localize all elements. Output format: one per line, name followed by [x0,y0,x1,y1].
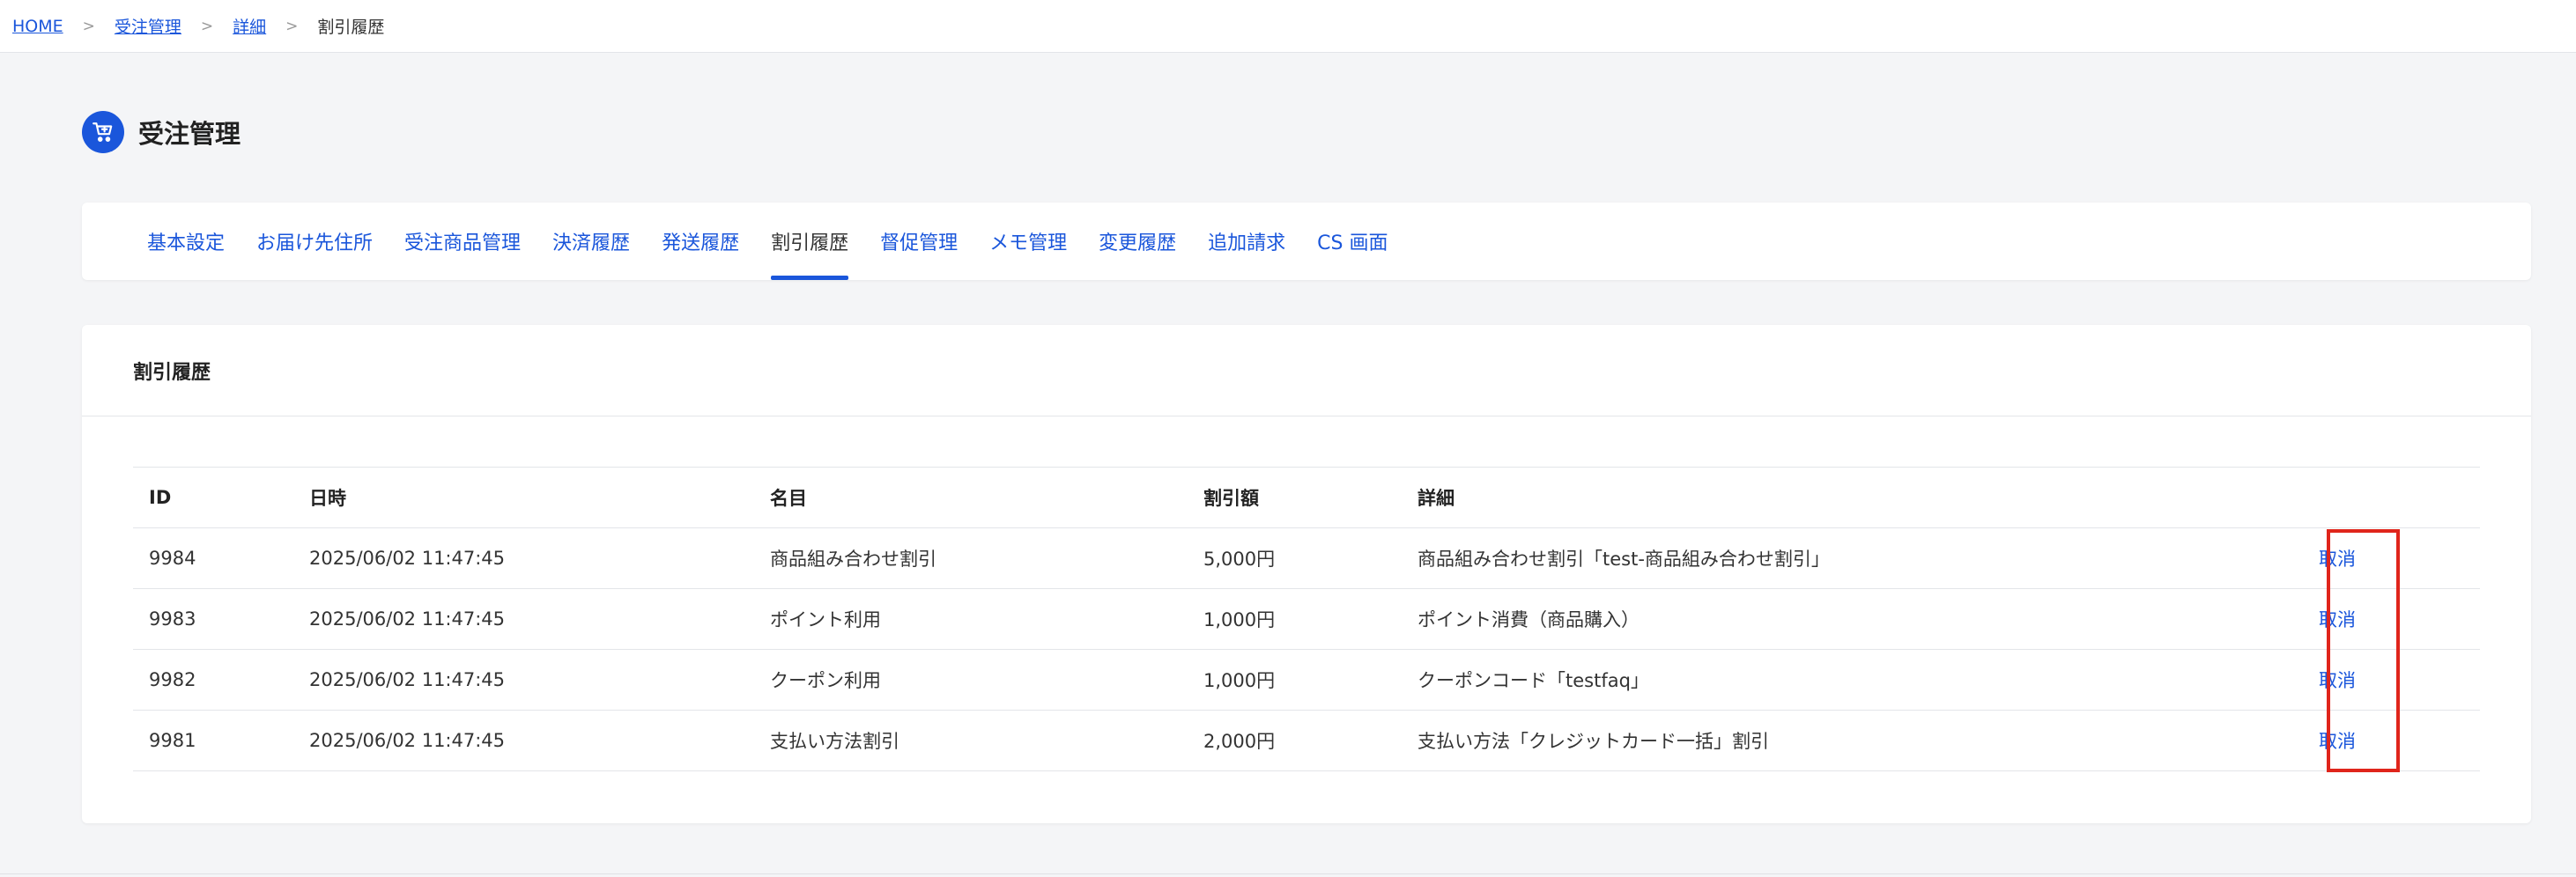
table-row: 9984 2025/06/02 11:47:45 商品組み合わせ割引 5,000… [133,527,2480,589]
tab-delivery-address[interactable]: お届け先住所 [256,203,373,280]
cell-amount: 2,000円 [1188,710,1402,771]
cart-icon [82,111,124,153]
cell-detail: 商品組み合わせ割引「test-商品組み合わせ割引」 [1402,527,2303,589]
cell-action: 取消 [2303,710,2480,771]
cell-id: 9983 [133,588,293,650]
cell-name: クーポン利用 [754,649,1188,711]
breadcrumb-separator: > [82,17,95,35]
breadcrumb-order-management-link[interactable]: 受注管理 [115,14,181,38]
tab-discount-history[interactable]: 割引履歴 [771,203,849,280]
breadcrumb: HOME > 受注管理 > 詳細 > 割引履歴 [0,0,2576,53]
cancel-link[interactable]: 取消 [2319,549,2356,570]
cancel-link[interactable]: 取消 [2319,670,2356,691]
tab-order-items[interactable]: 受注商品管理 [404,203,521,280]
cell-amount: 1,000円 [1188,649,1402,711]
breadcrumb-current: 割引履歴 [317,18,385,37]
cell-name: 支払い方法割引 [754,710,1188,771]
breadcrumb-detail-link[interactable]: 詳細 [233,14,266,38]
discount-history-card: 割引履歴 ID 日時 名目 割引額 詳細 9984 2025/06/02 11: [82,325,2531,823]
tab-memo[interactable]: メモ管理 [989,203,1067,280]
cell-datetime: 2025/06/02 11:47:45 [293,710,754,771]
cell-action: 取消 [2303,527,2480,589]
tab-change-history[interactable]: 変更履歴 [1099,203,1176,280]
cell-action: 取消 [2303,649,2480,711]
tab-payment-history[interactable]: 決済履歴 [552,203,630,280]
breadcrumb-separator: > [285,17,299,35]
cell-id: 9984 [133,527,293,589]
tab-bar: 基本設定 お届け先住所 受注商品管理 決済履歴 発送履歴 割引履歴 督促管理 メ… [82,203,2531,280]
discount-table-wrapper: ID 日時 名目 割引額 詳細 9984 2025/06/02 11:47:45… [133,467,2480,771]
breadcrumb-separator: > [200,17,214,35]
cancel-link[interactable]: 取消 [2319,609,2356,630]
column-header-name: 名目 [754,467,1188,528]
cell-name: ポイント利用 [754,588,1188,650]
page-title: 受注管理 [138,119,241,149]
cell-datetime: 2025/06/02 11:47:45 [293,588,754,650]
cell-name: 商品組み合わせ割引 [754,527,1188,589]
tab-basic-settings[interactable]: 基本設定 [147,203,225,280]
column-header-id: ID [133,467,293,528]
breadcrumb-home-link[interactable]: HOME [12,17,63,36]
cell-detail: 支払い方法「クレジットカード一括」割引 [1402,710,2303,771]
column-header-datetime: 日時 [293,467,754,528]
cell-datetime: 2025/06/02 11:47:45 [293,527,754,589]
table-row: 9981 2025/06/02 11:47:45 支払い方法割引 2,000円 … [133,710,2480,771]
tab-additional-billing[interactable]: 追加請求 [1208,203,1285,280]
cell-amount: 5,000円 [1188,527,1402,589]
table-row: 9983 2025/06/02 11:47:45 ポイント利用 1,000円 ポ… [133,588,2480,650]
cell-action: 取消 [2303,588,2480,650]
column-header-detail: 詳細 [1402,467,2303,528]
footer-divider [0,873,2576,874]
cell-detail: ポイント消費（商品購入） [1402,588,2303,650]
column-header-amount: 割引額 [1188,467,1402,528]
cell-datetime: 2025/06/02 11:47:45 [293,649,754,711]
column-header-action [2303,467,2480,528]
cancel-link[interactable]: 取消 [2319,731,2356,752]
tab-dunning[interactable]: 督促管理 [880,203,958,280]
table-header-row: ID 日時 名目 割引額 詳細 [133,467,2480,528]
section-title: 割引履歴 [82,325,2531,416]
cell-amount: 1,000円 [1188,588,1402,650]
page-header: 受注管理 [82,111,241,153]
tab-cs-screen[interactable]: CS 画面 [1317,203,1388,280]
discount-history-table: ID 日時 名目 割引額 詳細 9984 2025/06/02 11:47:45… [133,467,2480,771]
cell-id: 9981 [133,710,293,771]
cell-id: 9982 [133,649,293,711]
table-row: 9982 2025/06/02 11:47:45 クーポン利用 1,000円 ク… [133,649,2480,711]
cell-detail: クーポンコード「testfaq」 [1402,649,2303,711]
tab-shipping-history[interactable]: 発送履歴 [662,203,739,280]
